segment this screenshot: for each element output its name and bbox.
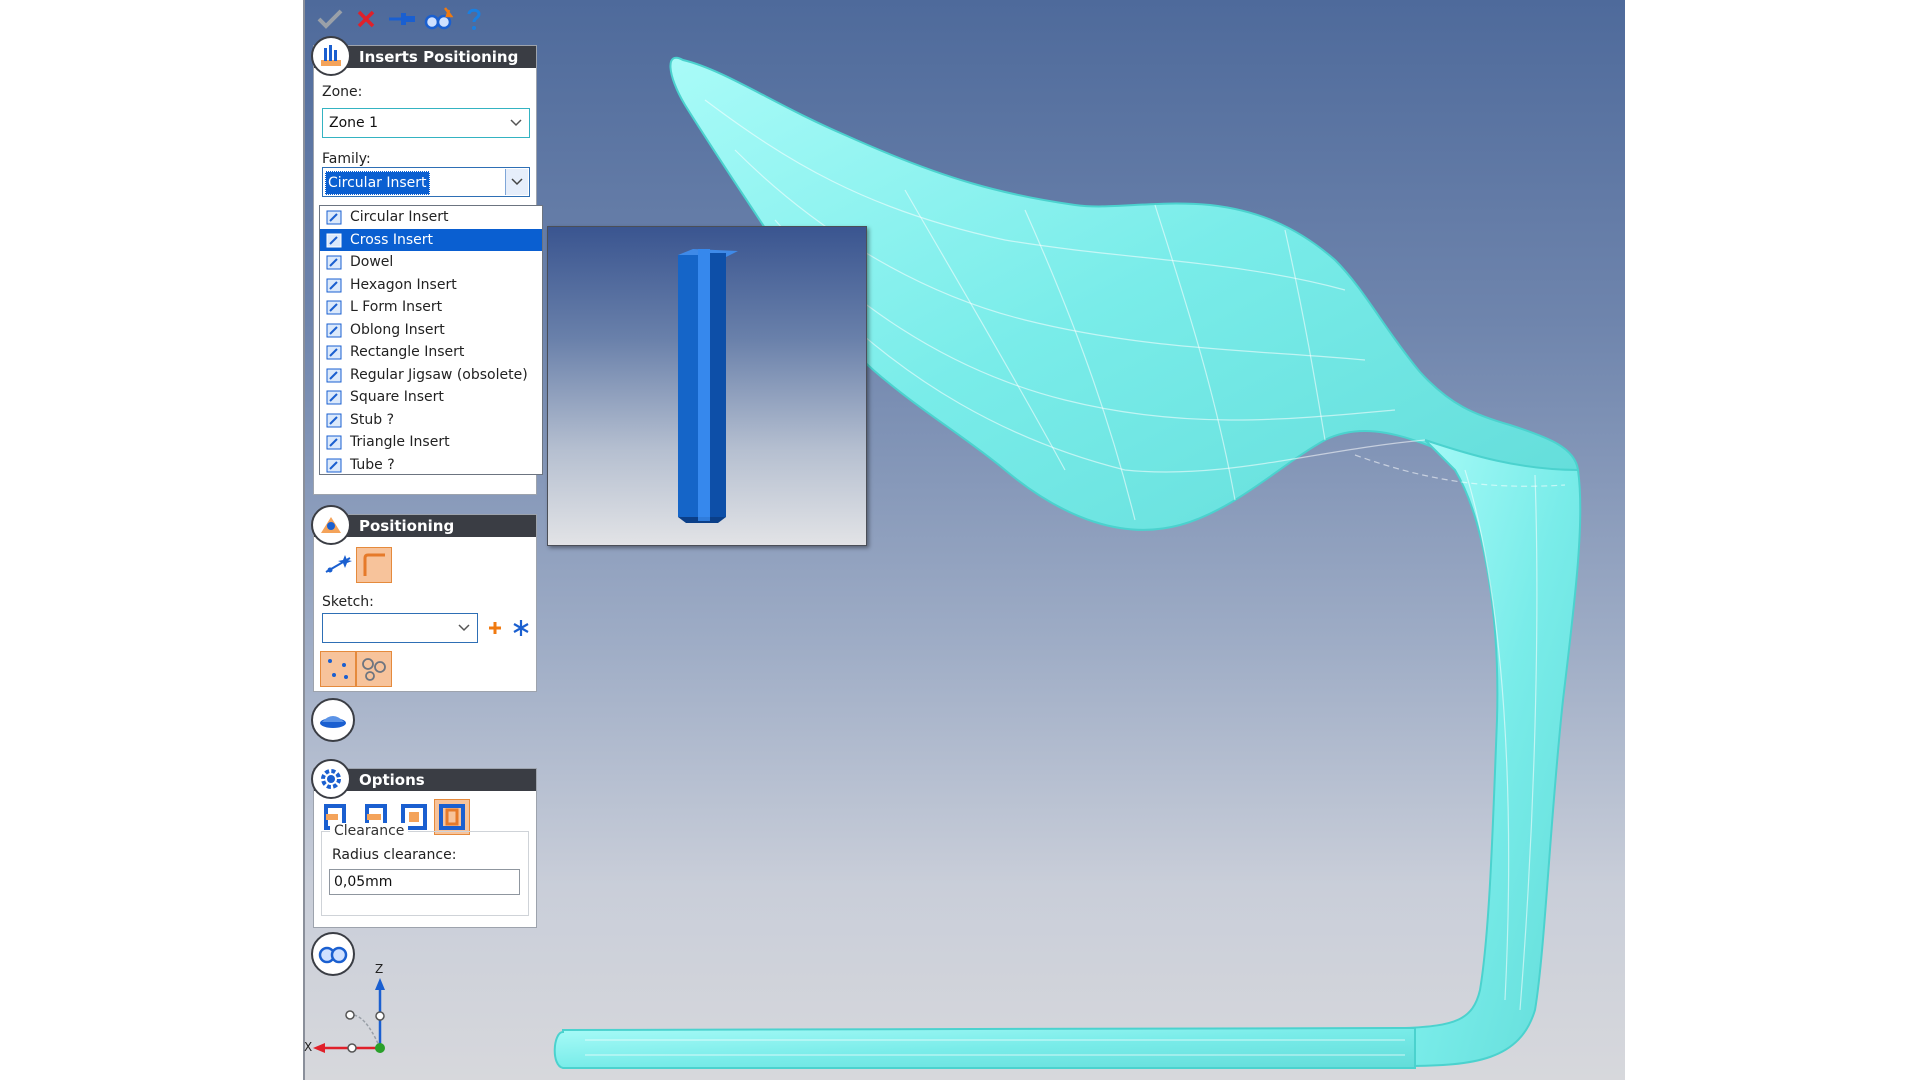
family-option[interactable]: Regular Jigsaw (obsolete): [320, 364, 542, 387]
family-option-label: Rectangle Insert: [350, 344, 465, 360]
chevron-down-icon: [455, 614, 473, 642]
options-panel-icon-badge[interactable]: [311, 759, 351, 799]
axis-triad: Z X: [304, 962, 395, 1058]
question-icon: [467, 8, 481, 30]
options-panel: Options Clearance Radius clearance: 0,05…: [311, 759, 537, 928]
insert-family-icon: [326, 323, 342, 338]
checkmark-icon: [317, 9, 343, 29]
axis-x-label: X: [304, 1040, 313, 1054]
inserts-panel-icon-badge[interactable]: [311, 36, 351, 76]
axis-z-label: Z: [375, 962, 384, 976]
family-select-value: Circular Insert: [325, 171, 430, 195]
family-option[interactable]: Tube ?: [320, 454, 542, 477]
sketch-label: Sketch:: [322, 594, 374, 610]
zone-select-value: Zone 1: [329, 115, 378, 131]
radius-clearance-input[interactable]: 0,05mm: [329, 869, 520, 895]
insert-family-icon: [326, 278, 342, 293]
positioning-panel: Positioning Sketch:: [311, 505, 537, 692]
family-select[interactable]: Circular Insert: [322, 167, 530, 197]
family-option-label: Stub ?: [350, 411, 395, 428]
family-option-label: Circular Insert: [350, 209, 449, 225]
family-option-label: Dowel: [350, 254, 394, 270]
insert-family-icon: [326, 413, 342, 428]
points-icon: [325, 555, 352, 573]
family-option-highlighted[interactable]: Cross Insert: [320, 228, 542, 251]
family-option-label: Triangle Insert: [350, 434, 450, 450]
circles-placement-button[interactable]: [356, 651, 392, 687]
family-option[interactable]: L Form Insert: [320, 296, 542, 319]
glasses-icon: [424, 7, 453, 30]
family-option-label: Hexagon Insert: [350, 276, 457, 293]
positioning-icon: [321, 517, 341, 533]
chevron-down-icon: [507, 109, 525, 137]
corner-icon: [363, 553, 385, 576]
circles-icon: [362, 658, 386, 681]
family-option-label: Cross Insert: [350, 231, 433, 248]
help-button[interactable]: [459, 4, 489, 34]
plus-icon: [489, 622, 501, 634]
scatter-points-icon: [328, 659, 348, 679]
close-icon: [357, 10, 375, 28]
points-placement-button[interactable]: [320, 651, 356, 687]
family-option[interactable]: Rectangle Insert: [320, 341, 542, 364]
family-option[interactable]: Circular Insert: [320, 206, 542, 229]
insert-family-icon: [326, 233, 342, 248]
family-option[interactable]: Dowel: [320, 251, 542, 274]
cross-insert-preview-image: [678, 249, 738, 523]
family-option[interactable]: Square Insert: [320, 386, 542, 409]
insert-family-icon: [326, 368, 342, 383]
clearance-group-title: Clearance: [330, 823, 409, 839]
family-option-label: Tube ?: [350, 456, 395, 473]
family-option-label: Regular Jigsaw (obsolete): [350, 366, 528, 383]
surface-section-toggle[interactable]: [311, 698, 355, 742]
pin-button[interactable]: [387, 4, 417, 34]
insert-family-icon: [326, 255, 342, 270]
family-option[interactable]: Hexagon Insert: [320, 274, 542, 297]
family-option-label: L Form Insert: [350, 299, 443, 315]
family-label: Family:: [322, 151, 371, 167]
family-option[interactable]: Triangle Insert: [320, 431, 542, 454]
insert-family-icon: [326, 210, 342, 225]
sketch-mode-button[interactable]: [356, 547, 392, 583]
insert-family-icon: [326, 458, 342, 473]
sketch-select[interactable]: [322, 613, 478, 643]
family-option[interactable]: Stub ?: [320, 409, 542, 432]
insert-family-icon: [326, 300, 342, 315]
inserts-icon: [321, 45, 341, 66]
point-mode-button[interactable]: [320, 547, 356, 583]
preview-button[interactable]: [423, 4, 453, 34]
cancel-button[interactable]: [351, 4, 381, 34]
insert-family-icon: [326, 390, 342, 405]
family-option[interactable]: Oblong Insert: [320, 319, 542, 342]
command-toolbar: [315, 4, 489, 34]
add-sketch-button[interactable]: [482, 613, 508, 643]
pushpin-icon: [389, 13, 415, 25]
family-option-label: Square Insert: [350, 389, 444, 405]
ok-button[interactable]: [315, 4, 345, 34]
insert-family-icon: [326, 435, 342, 450]
family-dropdown-list: Circular Insert Cross Insert Dowel Hexag…: [319, 205, 543, 475]
glasses-icon: [318, 946, 348, 964]
insert-preview-tooltip: [547, 226, 867, 546]
radius-clearance-label: Radius clearance:: [332, 847, 457, 863]
option-style-4-button[interactable]: [434, 799, 470, 835]
bracket-style-4-icon: [439, 804, 465, 830]
insert-family-icon: [326, 345, 342, 360]
zone-label: Zone:: [322, 84, 363, 100]
panel-divider: [303, 0, 305, 1080]
family-option-label: Oblong Insert: [350, 321, 445, 338]
surface-icon: [320, 716, 346, 728]
chevron-down-icon: [505, 169, 528, 195]
gear-icon: [321, 769, 341, 789]
asterisk-icon: [513, 620, 529, 636]
pick-sketch-button[interactable]: [508, 613, 534, 643]
zone-select[interactable]: Zone 1: [322, 108, 530, 138]
positioning-panel-icon-badge[interactable]: [311, 505, 351, 545]
